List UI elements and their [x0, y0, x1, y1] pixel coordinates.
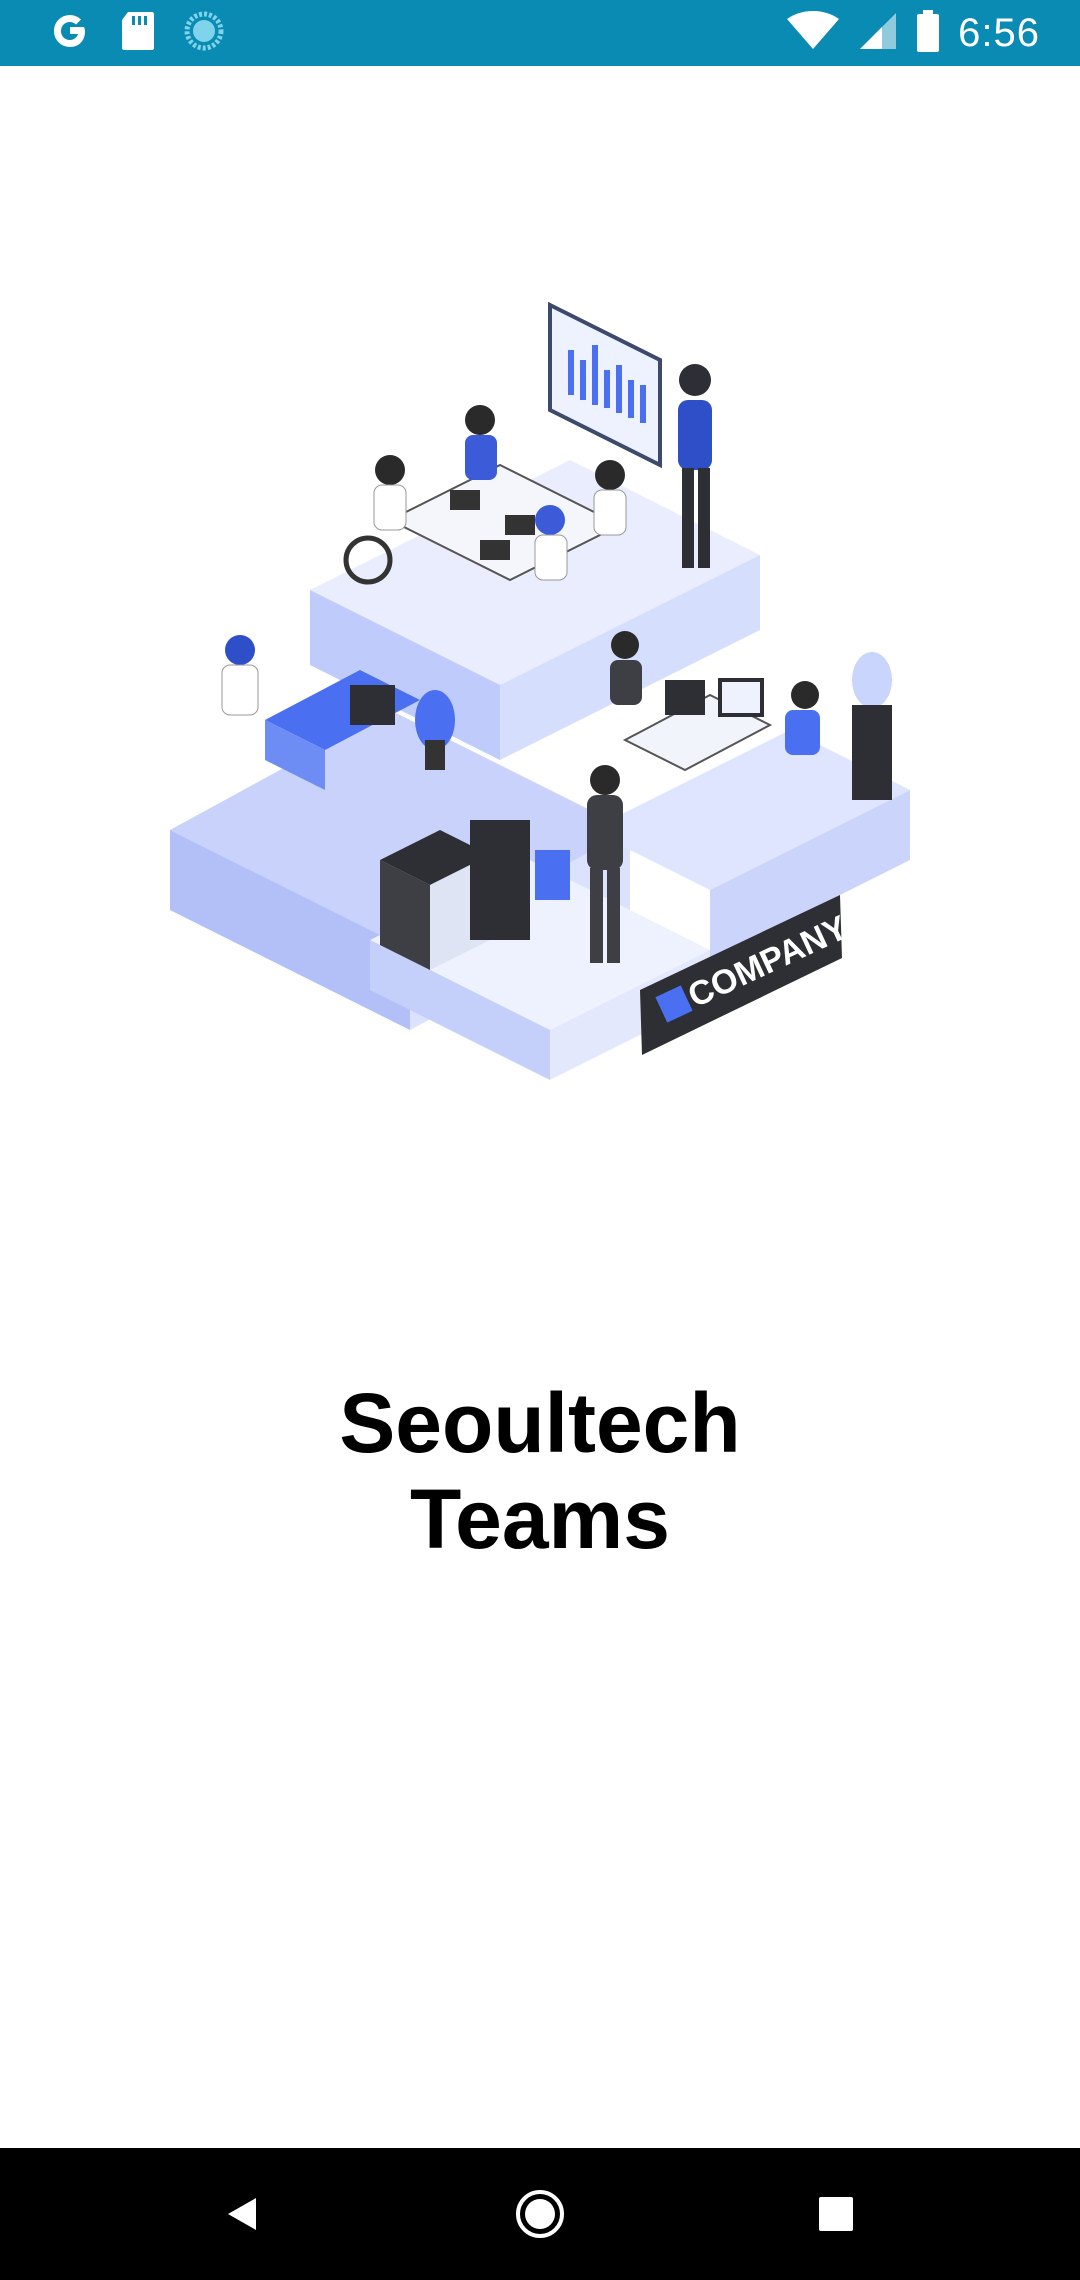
navigation-bar [0, 2148, 1080, 2280]
back-icon [228, 2198, 256, 2230]
app-title: Seoultech Teams [0, 1375, 1080, 1567]
office-team-illustration: COMPANY [150, 290, 930, 1090]
app-title-line-1: Seoultech [339, 1376, 741, 1470]
recents-icon [819, 2197, 853, 2231]
sync-icon [184, 11, 224, 56]
battery-icon [916, 9, 940, 57]
wifi-icon [786, 10, 840, 56]
signal-icon [858, 11, 898, 56]
clock: 6:56 [958, 10, 1040, 55]
status-bar: 6:56 [0, 0, 1080, 66]
recents-button[interactable] [776, 2148, 896, 2280]
google-icon [48, 9, 92, 58]
home-button[interactable] [480, 2148, 600, 2280]
back-button[interactable] [182, 2148, 302, 2280]
home-icon [516, 2190, 564, 2238]
sd-card-icon [120, 10, 156, 57]
app-title-line-2: Teams [410, 1472, 670, 1566]
